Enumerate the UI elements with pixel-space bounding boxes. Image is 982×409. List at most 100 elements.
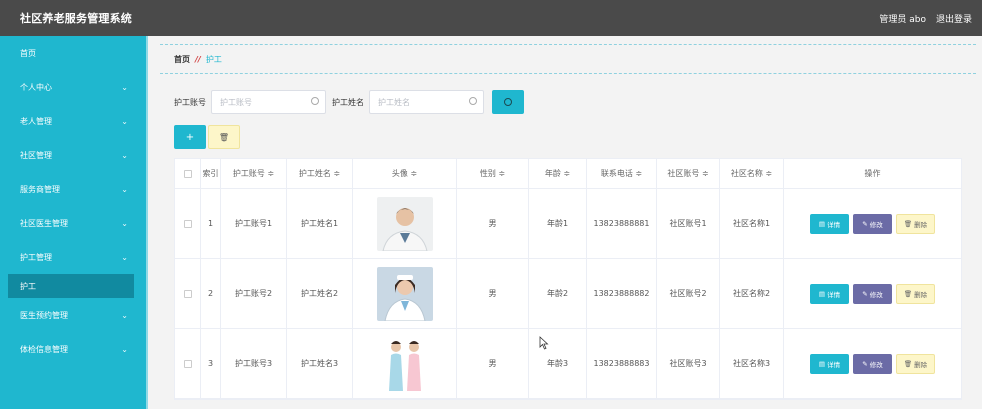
delete-label: 删除	[914, 360, 928, 369]
cell-name: 护工姓名3	[287, 329, 353, 398]
cell-operations: ▤ 详情 ✎ 修改 🗑 删除	[784, 189, 961, 258]
row-checkbox-cell	[175, 259, 201, 328]
header-name[interactable]: 护工姓名 ≑	[287, 159, 353, 188]
sidebar-subitem-caregiver[interactable]: 护工	[8, 274, 134, 298]
cell-community-name: 社区名称1	[720, 189, 784, 258]
sidebar-item-caregiver-management[interactable]: 护工管理 ⌄	[0, 240, 146, 274]
sidebar-item-provider-management[interactable]: 服务商管理 ⌄	[0, 172, 146, 206]
name-field	[369, 90, 484, 114]
trash-icon: 🗑	[218, 132, 230, 142]
trash-icon: 🗑	[903, 289, 913, 298]
row-checkbox-cell	[175, 189, 201, 258]
logout-link[interactable]: 退出登录	[936, 12, 972, 25]
edit-button[interactable]: ✎ 修改	[853, 213, 892, 234]
edit-label: 修改	[869, 220, 883, 229]
delete-button[interactable]: 🗑 删除	[896, 353, 935, 374]
sidebar-item-label: 个人中心	[20, 82, 52, 92]
name-search-input[interactable]	[370, 91, 483, 113]
row-checkbox[interactable]	[183, 289, 192, 298]
cell-name: 护工姓名1	[287, 189, 353, 258]
sidebar-item-checkup-management[interactable]: 体检信息管理 ⌄	[0, 332, 146, 366]
edit-icon: ✎	[862, 359, 868, 368]
sidebar-item-appointment-management[interactable]: 医生预约管理 ⌄	[0, 298, 146, 332]
trash-icon: 🗑	[903, 359, 913, 368]
app-title: 社区养老服务管理系统	[20, 12, 132, 25]
header-gender[interactable]: 性别 ≑	[457, 159, 529, 188]
cell-operations: ▤ 详情 ✎ 修改 🗑 删除	[784, 259, 961, 328]
sidebar-item-label: 体检信息管理	[20, 344, 68, 354]
sidebar-item-elder-management[interactable]: 老人管理 ⌄	[0, 104, 146, 138]
user-label[interactable]: 管理员 abo	[879, 12, 926, 25]
sidebar-item-home[interactable]: 首页	[0, 36, 146, 70]
header-community-account[interactable]: 社区账号 ≑	[657, 159, 720, 188]
cell-index: 3	[201, 329, 221, 398]
detail-button[interactable]: ▤ 详情	[810, 213, 849, 234]
cell-index: 2	[201, 259, 221, 328]
edit-button[interactable]: ✎ 修改	[853, 353, 892, 374]
cell-gender: 男	[457, 329, 529, 398]
breadcrumb-home[interactable]: 首页	[174, 54, 190, 65]
avatar	[376, 196, 433, 251]
sidebar: 首页 个人中心 ⌄ 老人管理 ⌄ 社区管理 ⌄ 服务商管理 ⌄ 社区医生管理 ⌄ 护工管理…	[0, 36, 148, 409]
caregiver-table: 索引 护工账号 ≑ 护工姓名 ≑ 头像 ≑ 性别 ≑ 年龄 ≑ 联系电话 ≑ 社…	[174, 158, 962, 400]
row-checkbox[interactable]	[183, 359, 192, 368]
header-community-name[interactable]: 社区名称 ≑	[720, 159, 784, 188]
sidebar-item-label: 社区管理	[20, 150, 52, 160]
header-account[interactable]: 护工账号 ≑	[221, 159, 287, 188]
cell-phone: 13823888883	[587, 329, 657, 398]
select-all-checkbox[interactable]	[183, 169, 192, 178]
table-row: 2 护工账号2 护工姓名2 男 年龄2 13823888882 社区账号2 社区…	[175, 259, 961, 329]
account-search-input[interactable]	[212, 91, 325, 113]
search-button[interactable]	[492, 90, 524, 114]
edit-button[interactable]: ✎ 修改	[853, 283, 892, 304]
delete-button[interactable]: 🗑 删除	[896, 213, 935, 234]
chevron-down-icon: ⌄	[121, 252, 128, 262]
detail-icon: ▤	[818, 219, 826, 228]
cell-name: 护工姓名2	[287, 259, 353, 328]
row-checkbox-cell	[175, 329, 201, 398]
top-bar: 社区养老服务管理系统 管理员 abo 退出登录	[0, 0, 982, 36]
account-field	[211, 90, 326, 114]
cell-account: 护工账号3	[221, 329, 287, 398]
sidebar-item-community-management[interactable]: 社区管理 ⌄	[0, 138, 146, 172]
cell-account: 护工账号2	[221, 259, 287, 328]
cell-phone: 13823888882	[587, 259, 657, 328]
batch-delete-button[interactable]: 🗑	[208, 125, 240, 149]
breadcrumb: 首页 // 护工	[160, 44, 976, 74]
chevron-down-icon: ⌄	[121, 116, 128, 126]
sidebar-item-label: 社区医生管理	[20, 218, 68, 228]
cell-avatar	[353, 189, 457, 258]
search-icon	[469, 97, 477, 105]
select-all-checkbox-cell	[175, 159, 201, 188]
delete-label: 删除	[914, 220, 928, 229]
delete-button[interactable]: 🗑 删除	[896, 283, 935, 304]
edit-icon: ✎	[862, 289, 868, 298]
account-label: 护工账号	[174, 97, 206, 107]
cell-phone: 13823888881	[587, 189, 657, 258]
detail-label: 详情	[827, 220, 841, 229]
header-age[interactable]: 年龄 ≑	[529, 159, 587, 188]
sidebar-item-label: 护工管理	[20, 252, 52, 262]
edit-label: 修改	[869, 360, 883, 369]
header-operations: 操作	[864, 169, 881, 178]
header-avatar[interactable]: 头像 ≑	[353, 159, 457, 188]
detail-label: 详情	[827, 360, 841, 369]
sidebar-item-label: 医生预约管理	[20, 310, 68, 320]
sidebar-item-label: 首页	[20, 48, 36, 58]
avatar	[376, 336, 433, 391]
add-button[interactable]: +	[174, 125, 206, 149]
sidebar-item-doctor-management[interactable]: 社区医生管理 ⌄	[0, 206, 146, 240]
top-bar-user-area: 管理员 abo 退出登录	[879, 12, 972, 25]
header-index: 索引	[201, 159, 221, 188]
detail-button[interactable]: ▤ 详情	[810, 283, 849, 304]
row-checkbox[interactable]	[183, 219, 192, 228]
cell-age: 年龄2	[529, 259, 587, 328]
header-phone[interactable]: 联系电话 ≑	[587, 159, 657, 188]
name-label: 护工姓名	[332, 97, 364, 107]
detail-label: 详情	[827, 290, 841, 299]
chevron-down-icon: ⌄	[121, 310, 128, 320]
sidebar-item-personal-center[interactable]: 个人中心 ⌄	[0, 70, 146, 104]
detail-button[interactable]: ▤ 详情	[810, 353, 849, 374]
chevron-down-icon: ⌄	[121, 82, 128, 92]
table-row: 1 护工账号1 护工姓名1 男 年龄1 13823888881 社区账号1 社区…	[175, 189, 961, 259]
